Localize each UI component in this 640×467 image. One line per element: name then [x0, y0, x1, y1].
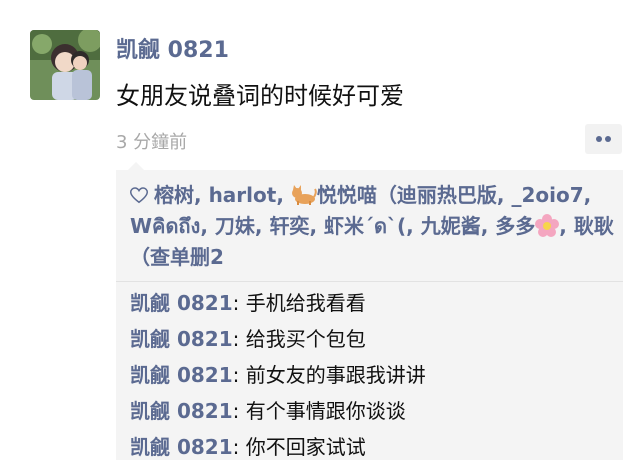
comment-row[interactable]: 凯觎 0821: 前女友的事跟我讲讲	[130, 359, 426, 388]
like-name[interactable]: 榕树	[154, 183, 194, 207]
like-name[interactable]: 九妮酱	[421, 214, 481, 238]
post-timestamp: 3 分鐘前	[116, 132, 188, 153]
comment-row[interactable]: 凯觎 0821: 给我买个包包	[130, 323, 366, 352]
comment-text: 你不回家试试	[245, 435, 366, 459]
comment-text: 前女友的事跟我讲讲	[245, 363, 426, 387]
comment-text: 手机给我看看	[245, 291, 366, 315]
like-name[interactable]: harlot	[209, 183, 277, 207]
comment-text: 给我买个包包	[245, 327, 366, 351]
post-text: 女朋友说叠词的时候好可爱	[116, 82, 404, 110]
like-name[interactable]: 多多	[495, 214, 535, 238]
like-name[interactable]: 刀妹	[215, 214, 255, 238]
avatar[interactable]	[30, 30, 100, 100]
comment-action-button[interactable]	[585, 124, 622, 154]
avatar-image	[30, 30, 100, 100]
like-name[interactable]: 轩奕	[269, 214, 309, 238]
likes-list: 榕树, harlot, 悦悦喵（迪丽热巴版, _2oio7, Wคิดถึง, …	[129, 183, 614, 269]
likes-divider	[116, 281, 623, 282]
comment-author[interactable]: 凯觎 0821	[130, 291, 233, 315]
flower-emoji-icon	[535, 214, 560, 237]
like-name[interactable]: Wคิดถึง	[130, 214, 200, 238]
like-name[interactable]: 虾米´ด`(	[324, 214, 406, 238]
comment-row[interactable]: 凯觎 0821: 你不回家试试	[130, 431, 366, 460]
panel-notch	[128, 162, 144, 170]
interaction-panel: 榕树, harlot, 悦悦喵（迪丽热巴版, _2oio7, Wคิดถึง, …	[116, 162, 623, 460]
like-name[interactable]: 悦悦喵（迪丽热巴版	[317, 183, 497, 207]
heart-outline-icon	[129, 187, 149, 204]
post-author-name[interactable]: 凯觎 0821	[116, 32, 229, 64]
comment-author[interactable]: 凯觎 0821	[130, 435, 233, 459]
more-dots-icon	[596, 136, 611, 142]
comment-row[interactable]: 凯觎 0821: 手机给我看看	[130, 287, 366, 316]
cat-emoji-icon	[291, 185, 317, 205]
like-name[interactable]: _2oio7	[511, 183, 583, 207]
comment-author[interactable]: 凯觎 0821	[130, 399, 233, 423]
comment-row[interactable]: 凯觎 0821: 有个事情跟你谈谈	[130, 395, 406, 424]
comment-text: 有个事情跟你谈谈	[245, 399, 406, 423]
comment-author[interactable]: 凯觎 0821	[130, 327, 233, 351]
comment-author[interactable]: 凯觎 0821	[130, 363, 233, 387]
